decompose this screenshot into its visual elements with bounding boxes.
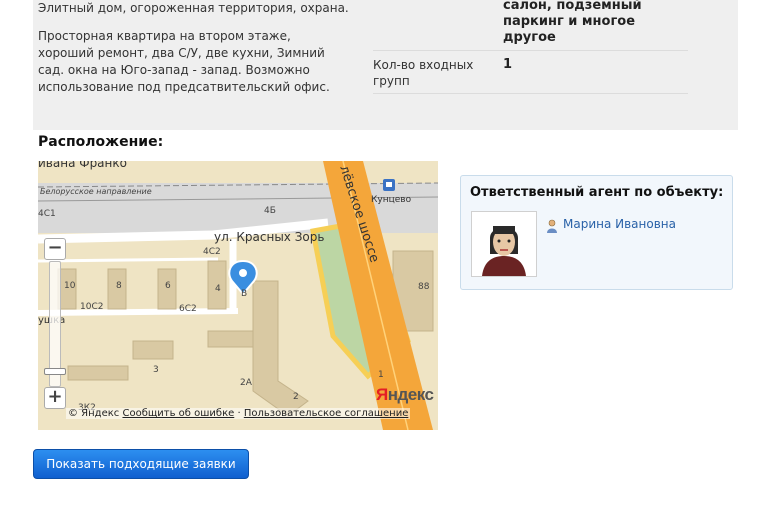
map-building-label: В: [241, 289, 247, 299]
map-building-label: 10: [64, 281, 76, 291]
person-icon: [546, 218, 558, 237]
map-building-label: 88: [418, 282, 430, 292]
responsible-agent-box: Ответственный агент по объекту: Марина И…: [460, 175, 733, 290]
map-building-label: 6С2: [179, 304, 197, 314]
location-map[interactable]: ивана Франко Белорусское направление Кун…: [38, 161, 438, 430]
yandex-logo: Яндекс: [376, 385, 434, 405]
property-info-panel: Элитный дом, огороженная территория, охр…: [33, 0, 738, 130]
train-station-icon: [383, 179, 395, 191]
agent-name-link[interactable]: Марина Ивановна: [563, 217, 676, 231]
map-building-label: 4: [215, 284, 221, 294]
entrance-groups-label: Кол-во входных групп: [373, 58, 474, 88]
map-building-label: 4С1: [38, 209, 56, 219]
map-building-label: 4С2: [203, 247, 221, 257]
terms-link[interactable]: Пользовательское соглашение: [244, 408, 409, 419]
map-building-label: 4Б: [264, 206, 276, 216]
property-value-line: другое: [503, 30, 556, 45]
zoom-out-button[interactable]: −: [44, 238, 66, 260]
table-row: Кол-во входных групп 1: [373, 51, 688, 94]
map-street-label: ул. Красных Зорь: [214, 230, 324, 244]
property-value-line: паркинг и многое: [503, 14, 636, 29]
map-building-label: 10С2: [80, 302, 103, 312]
property-value-line: салон, подземный: [503, 0, 642, 13]
map-building-label: 8: [116, 281, 122, 291]
yandex-logo-first-letter: Я: [376, 385, 388, 404]
map-footer: © Яндекс Сообщить об ошибке · Пользовате…: [66, 408, 411, 419]
description-paragraph: Просторная квартира на втором этаже, хор…: [38, 29, 330, 94]
map-railway-label: Белорусское направление: [40, 187, 152, 196]
map-building-label: 2: [293, 392, 299, 402]
map-building-label: 6: [165, 281, 171, 291]
map-street-label: ивана Франко: [38, 161, 127, 170]
show-matching-requests-button[interactable]: Показать подходящие заявки: [33, 449, 249, 479]
zoom-slider-thumb[interactable]: [44, 368, 66, 375]
footer-separator: ·: [237, 408, 241, 419]
map-building-label: 2А: [240, 378, 253, 388]
agent-box-title: Ответственный агент по объекту:: [470, 185, 724, 200]
zoom-in-button[interactable]: +: [44, 387, 66, 409]
map-station-label: Кунцево: [371, 195, 412, 205]
entrance-groups-value: 1: [503, 57, 513, 72]
map-building-label: 3: [153, 365, 159, 375]
agent-avatar[interactable]: [471, 211, 537, 277]
yandex-logo-rest: ндекс: [387, 385, 434, 404]
description-line: Элитный дом, огороженная территория, охр…: [38, 1, 349, 15]
map-copyright: © Яндекс: [68, 408, 120, 419]
map-building-label: 1: [378, 370, 384, 380]
report-error-link[interactable]: Сообщить об ошибке: [122, 408, 234, 419]
location-title: Расположение:: [38, 134, 164, 150]
table-row: салон, подземный паркинг и многое другое: [373, 0, 688, 51]
